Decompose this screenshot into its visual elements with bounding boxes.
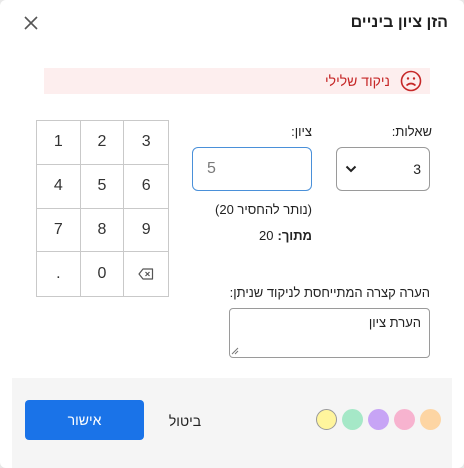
sad-face-icon — [400, 70, 422, 92]
remaining-text: (נותר להחסיר 20) — [215, 202, 312, 217]
numeric-keypad: 1 2 3 4 5 6 7 8 9 . 0 — [36, 120, 169, 297]
questions-value: 3 — [413, 161, 421, 177]
key-2[interactable]: 2 — [80, 121, 125, 165]
cancel-button[interactable]: ביטול — [160, 410, 210, 432]
alert-text: ניקוד שלילי — [325, 73, 390, 89]
key-7[interactable]: 7 — [37, 208, 81, 253]
questions-label: שאלות: — [391, 124, 432, 139]
key-4[interactable]: 4 — [37, 164, 81, 209]
out-of-value: 20 — [259, 228, 274, 243]
negative-score-alert: ניקוד שלילי — [44, 68, 430, 94]
dialog-title: הזן ציון ביניים — [350, 14, 448, 31]
color-swatch-yellow[interactable] — [316, 409, 337, 430]
color-swatch-purple[interactable] — [368, 409, 389, 430]
close-icon[interactable] — [22, 14, 40, 32]
note-label: הערה קצרה המתייחסת לניקוד שניתן: — [229, 285, 430, 300]
color-swatch-orange[interactable] — [420, 409, 441, 430]
out-of-label: מתוך: — [277, 228, 312, 243]
grade-dialog: הזן ציון ביניים ניקוד שלילי 1 2 3 4 5 6 … — [0, 0, 464, 468]
grade-label: ציון: — [291, 124, 312, 139]
out-of-row: מתוך: 20 — [259, 228, 312, 243]
questions-select[interactable]: 3 — [336, 147, 430, 191]
key-3[interactable]: 3 — [124, 121, 168, 165]
resize-grip-icon[interactable] — [231, 347, 239, 355]
color-swatch-green[interactable] — [342, 409, 363, 430]
note-textarea[interactable]: הערת ציון — [229, 308, 430, 358]
key-backspace[interactable] — [124, 252, 168, 296]
key-0[interactable]: 0 — [81, 252, 125, 296]
key-5[interactable]: 5 — [80, 164, 125, 209]
key-9[interactable]: 9 — [124, 209, 168, 253]
color-swatch-pink[interactable] — [394, 409, 415, 430]
backspace-icon — [138, 268, 154, 280]
ok-button[interactable]: אישור — [25, 400, 144, 440]
key-1[interactable]: 1 — [37, 121, 81, 165]
key-8[interactable]: 8 — [80, 208, 125, 253]
key-6[interactable]: 6 — [124, 165, 168, 209]
key-dot[interactable]: . — [37, 252, 81, 296]
grade-input[interactable] — [192, 147, 312, 191]
chevron-down-icon — [345, 165, 357, 173]
